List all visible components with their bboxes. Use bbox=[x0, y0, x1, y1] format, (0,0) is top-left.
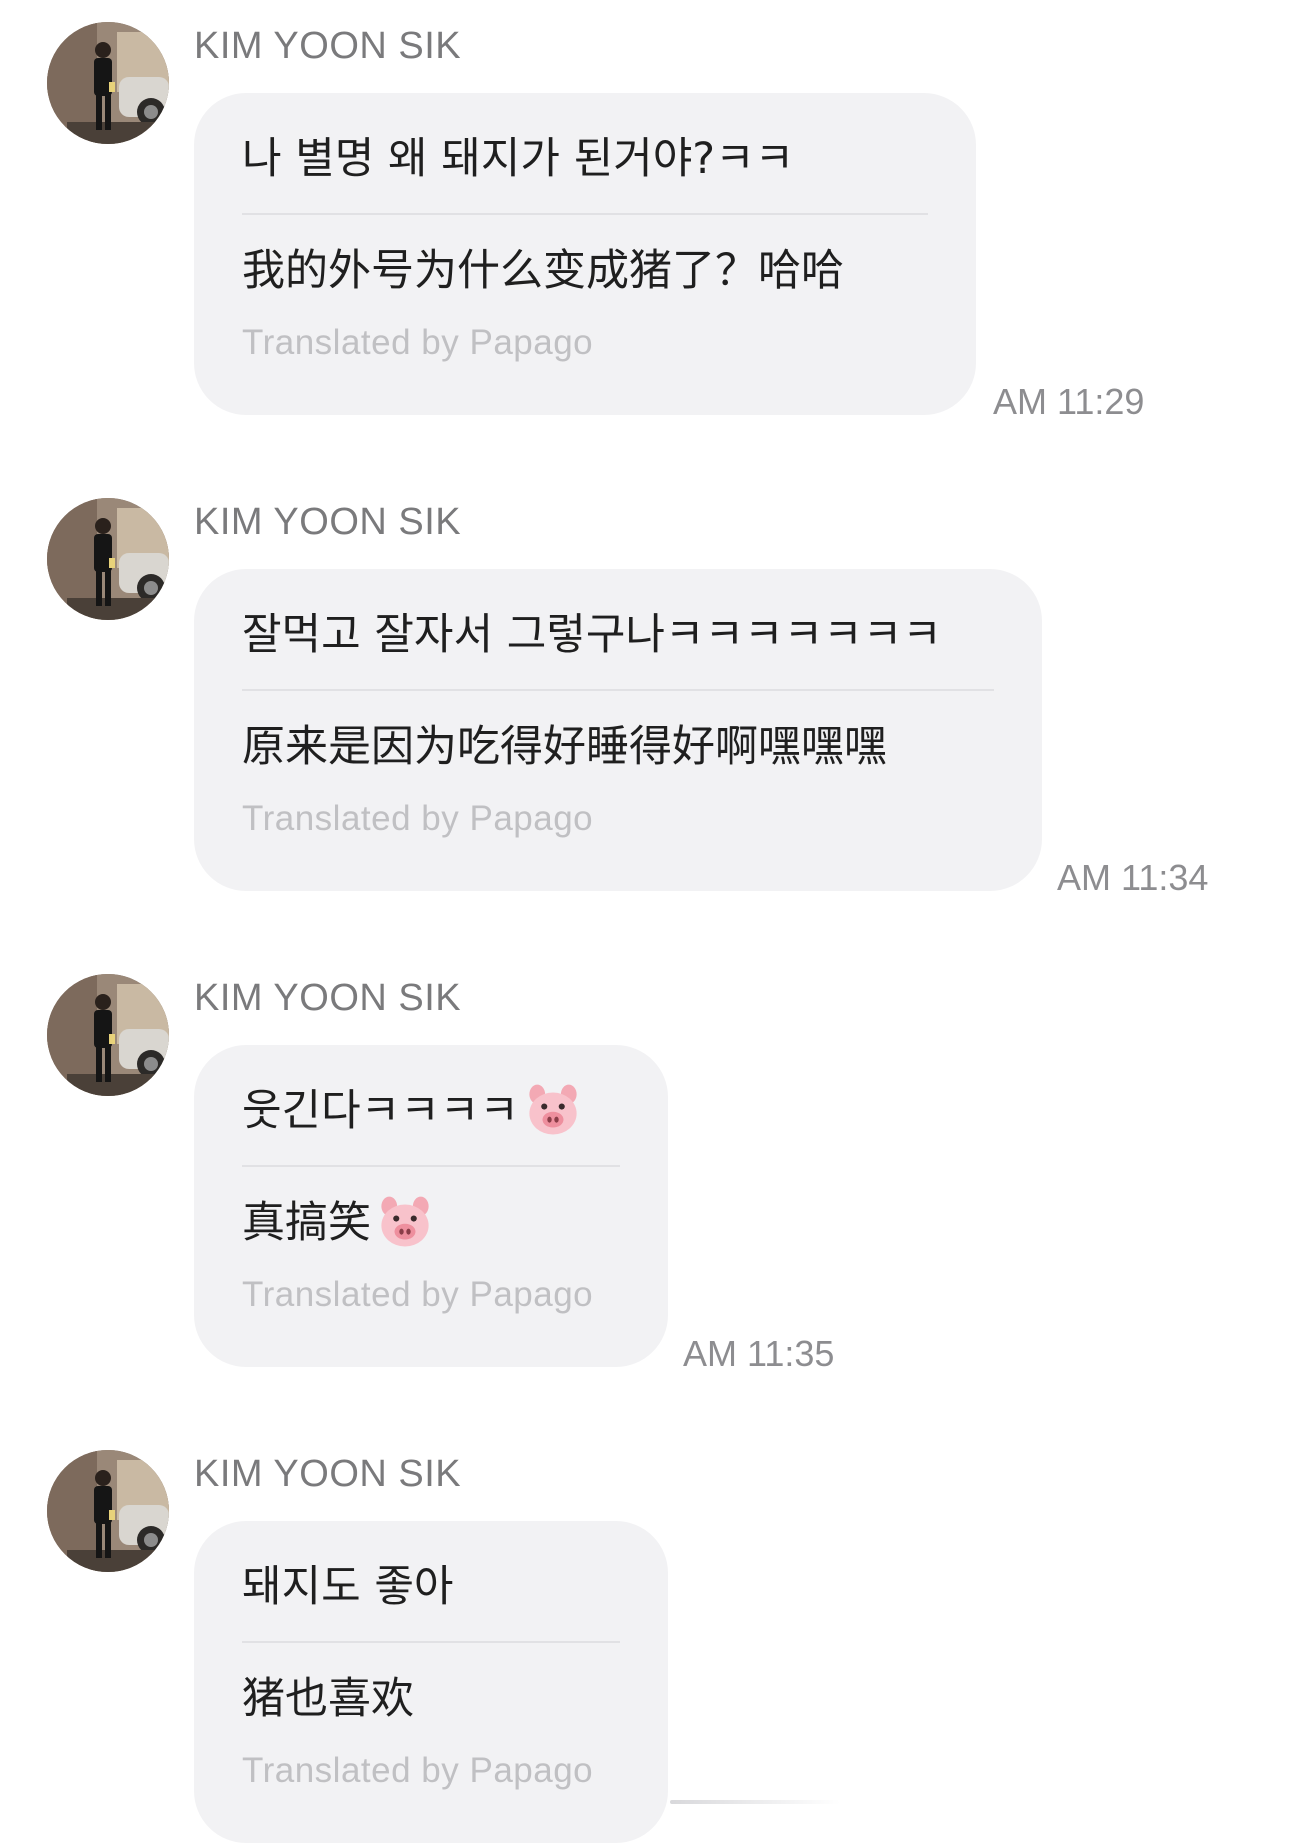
avatar-photo-icon bbox=[47, 22, 169, 144]
message-time: AM 11:35 bbox=[683, 1333, 835, 1374]
avatar[interactable] bbox=[47, 22, 169, 144]
message-bubble[interactable]: 잘먹고 잘자서 그렇구나ㅋㅋㅋㅋㅋㅋㅋ 原来是因为吃得好睡得好啊嘿嘿嘿 Tran… bbox=[194, 569, 1042, 891]
translated-text-row: 真搞笑 bbox=[242, 1167, 620, 1267]
message-time: AM 11:34 bbox=[1057, 857, 1209, 898]
message-time: AM 11:29 bbox=[993, 381, 1145, 422]
avatar[interactable] bbox=[47, 1450, 169, 1572]
avatar[interactable] bbox=[47, 974, 169, 1096]
translated-text: 原来是因为吃得好睡得好啊嘿嘿嘿 bbox=[242, 722, 887, 772]
pig-face-icon bbox=[381, 1196, 429, 1246]
translated-text: 真搞笑 bbox=[242, 1198, 371, 1248]
translated-text: 我的外号为什么变成猪了？哈哈 bbox=[242, 246, 844, 296]
avatar-photo-icon bbox=[47, 974, 169, 1096]
scroll-indicator bbox=[670, 1800, 840, 1804]
message-bubble[interactable]: 돼지도 좋아 猪也喜欢 Translated by Papago bbox=[194, 1521, 668, 1843]
original-text: 웃긴다ㅋㅋㅋㅋ bbox=[242, 1086, 519, 1136]
message-bubble[interactable]: 나 별명 왜 돼지가 된거야?ㅋㅋ 我的外号为什么变成猪了？哈哈 Transla… bbox=[194, 93, 976, 415]
sender-name: KIM YOON SIK bbox=[194, 1453, 462, 1495]
sender-name: KIM YOON SIK bbox=[194, 25, 462, 67]
avatar[interactable] bbox=[47, 498, 169, 620]
avatar-photo-icon bbox=[47, 1450, 169, 1572]
original-text: 나 별명 왜 돼지가 된거야?ㅋㅋ bbox=[242, 134, 795, 184]
original-text: 잘먹고 잘자서 그렇구나ㅋㅋㅋㅋㅋㅋㅋ bbox=[242, 610, 942, 660]
translation-credit: Translated by Papago bbox=[242, 1751, 594, 1790]
original-text: 돼지도 좋아 bbox=[242, 1562, 454, 1612]
pig-face-icon bbox=[529, 1084, 577, 1134]
avatar-photo-icon bbox=[47, 498, 169, 620]
chat-message-list[interactable]: KIM YOON SIK 나 별명 왜 돼지가 된거야?ㅋㅋ 我的外号为什么变成… bbox=[0, 0, 1290, 1843]
message-bubble[interactable]: 웃긴다ㅋㅋㅋㅋ 真搞笑 Translated by Papago bbox=[194, 1045, 668, 1367]
original-text-row: 웃긴다ㅋㅋㅋㅋ bbox=[242, 1071, 620, 1165]
translation-credit: Translated by Papago bbox=[242, 323, 594, 362]
translation-credit: Translated by Papago bbox=[242, 799, 594, 838]
translation-credit: Translated by Papago bbox=[242, 1275, 594, 1314]
sender-name: KIM YOON SIK bbox=[194, 977, 462, 1019]
sender-name: KIM YOON SIK bbox=[194, 501, 462, 543]
translated-text: 猪也喜欢 bbox=[242, 1674, 414, 1724]
